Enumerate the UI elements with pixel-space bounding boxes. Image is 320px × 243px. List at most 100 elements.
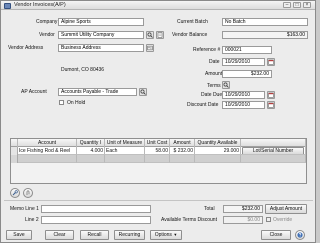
date-due-field[interactable]: 10/29/2010 [222, 91, 265, 99]
close-icon[interactable]: × [303, 2, 311, 8]
amount-field[interactable]: $232.00 [222, 70, 272, 78]
vendor-detail-button[interactable] [156, 31, 164, 39]
vendor-address-label: Vendor Address [8, 45, 44, 51]
title-bar: Vendor Invoices(A/P) – □ × [1, 1, 315, 10]
company-label: Company [36, 19, 58, 25]
row-selector[interactable] [11, 147, 18, 155]
column-header[interactable]: Account [18, 139, 77, 147]
column-header[interactable]: Unit of Measure [105, 139, 145, 147]
window-title: Vendor Invoices(A/P) [14, 2, 66, 8]
save-button[interactable]: Save [6, 230, 32, 240]
override-checkbox[interactable] [266, 217, 271, 222]
app-icon [4, 2, 11, 9]
discount-date-field[interactable]: 10/29/2010 [222, 101, 265, 109]
on-hold-label: On Hold [67, 100, 86, 106]
table-row[interactable] [11, 155, 306, 163]
company-field[interactable]: Alpine Sports [58, 18, 144, 26]
vendor-field[interactable]: Summit Utility Company [58, 31, 144, 39]
memo-line2-field[interactable] [41, 216, 151, 224]
grid-cell-quantity[interactable] [77, 155, 105, 163]
vendor-label: Vendor [39, 32, 55, 38]
search-icon [223, 82, 229, 88]
grid-header: Account Quantity I Unit of Measure Unit … [11, 139, 306, 147]
recall-button[interactable]: Recall [80, 230, 109, 240]
grid-cell-quantity-available [195, 155, 241, 163]
dropdown-arrow-icon: ▼ [173, 232, 178, 237]
options-button[interactable]: Options ▼ [150, 230, 182, 240]
discount-date-label: Discount Date [187, 102, 219, 108]
vendor-balance-label: Vendor Balance [172, 32, 208, 38]
grid-cell-account[interactable]: Ice Fishing Rod & Reel [18, 147, 77, 155]
lot-serial-number-button[interactable]: Lot/Serial Number [242, 147, 304, 154]
column-header [241, 139, 306, 147]
help-icon [297, 232, 303, 238]
available-terms-discount-field: $0.00 [223, 216, 263, 224]
attachment-button[interactable] [23, 188, 33, 198]
date-field[interactable]: 10/29/2010 [222, 58, 265, 66]
close-button[interactable]: Close [261, 230, 291, 240]
grid-cell-amount[interactable]: $ 232.00 [170, 147, 195, 155]
wrench-icon [12, 190, 18, 196]
row-selector[interactable] [11, 155, 18, 163]
search-icon [140, 89, 146, 95]
available-terms-discount-label: Available Terms Discount [161, 217, 217, 223]
adjust-amount-button[interactable]: Adjust Amount [265, 204, 307, 214]
search-icon [147, 32, 153, 38]
date-calendar-button[interactable] [267, 58, 275, 66]
date-due-calendar-button[interactable] [267, 91, 275, 99]
terms-lookup-button[interactable] [222, 81, 230, 89]
address-lookup-button[interactable] [146, 44, 154, 52]
column-header[interactable]: Unit Cost [145, 139, 170, 147]
column-header[interactable]: Quantity I [77, 139, 105, 147]
memo-line2-label: Line 2 [25, 217, 39, 223]
current-batch-field[interactable]: No Batch [222, 18, 308, 26]
grid-cell-unit-cost[interactable]: 58.00 [145, 147, 170, 155]
grid-corner [11, 139, 18, 147]
reference-label: Reference # [193, 47, 221, 53]
memo-line1-field[interactable] [41, 205, 151, 213]
date-due-label: Date Due [201, 92, 223, 98]
calendar-icon [268, 59, 274, 65]
help-button[interactable] [295, 230, 305, 240]
divider [4, 200, 313, 201]
ap-account-field[interactable]: Accounts Payable - Trade [58, 88, 137, 96]
total-field: $232.00 [223, 205, 263, 213]
recurring-button[interactable]: Recurring [114, 230, 145, 240]
calendar-icon [268, 92, 274, 98]
vendor-invoices-window: Vendor Invoices(A/P) – □ × Company Alpin… [0, 0, 316, 243]
ap-account-label: AP Account [21, 89, 47, 95]
calendar-icon [268, 102, 274, 108]
column-header[interactable]: Quantity Available [195, 139, 241, 147]
grid-cell-account[interactable] [18, 155, 77, 163]
grid-cell-unit-cost[interactable] [145, 155, 170, 163]
discount-date-calendar-button[interactable] [267, 101, 275, 109]
address-icon [147, 45, 153, 51]
row-tools-button[interactable] [10, 188, 20, 198]
memo-line1-label: Memo Line 1 [10, 206, 39, 212]
table-row[interactable]: Ice Fishing Rod & Reel 4.000 Each 58.00 … [11, 147, 306, 155]
vendor-address-field[interactable]: Business Address [58, 44, 144, 52]
override-label: Override [273, 217, 293, 223]
vendor-balance-field: $163.00 [222, 31, 308, 39]
date-label: Date [209, 59, 220, 65]
invoice-lines-grid: Account Quantity I Unit of Measure Unit … [10, 138, 307, 184]
minimize-icon[interactable]: – [283, 2, 291, 8]
reference-field[interactable]: 000021 [222, 46, 272, 54]
grid-cell-unit-of-measure[interactable] [105, 155, 145, 163]
grid-cell-amount[interactable] [170, 155, 195, 163]
on-hold-checkbox[interactable] [59, 100, 64, 105]
maximize-icon[interactable]: □ [293, 2, 301, 8]
vendor-lookup-button[interactable] [146, 31, 154, 39]
options-label: Options [154, 232, 172, 238]
ap-account-lookup-button[interactable] [139, 88, 147, 96]
grid-cell-quantity[interactable]: 4.000 [77, 147, 105, 155]
document-icon [157, 32, 163, 38]
column-header[interactable]: Amount [170, 139, 195, 147]
grid-cell-unit-of-measure[interactable]: Each [105, 147, 145, 155]
clear-button[interactable]: Clear [45, 230, 74, 240]
grid-cell-quantity-available: 29.000 [195, 147, 241, 155]
paperclip-icon [26, 190, 30, 195]
total-label: Total [204, 206, 215, 212]
vendor-address-text: Dumont, CO 80436 [61, 67, 105, 73]
current-batch-label: Current Batch [177, 19, 208, 25]
